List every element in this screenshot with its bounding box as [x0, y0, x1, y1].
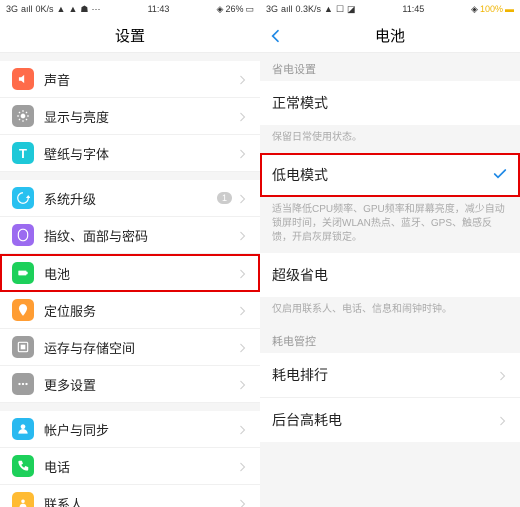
- title-bar: 设置: [0, 18, 260, 53]
- row-label: 定位服务: [44, 301, 236, 320]
- chevron-right-icon: [496, 369, 508, 381]
- battery-screen: 3G aıll 0.3K/s ▲ ☐ ◪ 11:45 ◈ 100% ▬ 电池 省…: [260, 0, 520, 507]
- mode-low-label: 低电模式: [272, 165, 492, 185]
- display-icon: [12, 105, 34, 127]
- gap: ⋯: [91, 4, 100, 15]
- settings-row-display[interactable]: 显示与亮度: [0, 98, 260, 135]
- chevron-right-icon: [236, 497, 248, 507]
- net-speed: 0.3K/s: [296, 4, 322, 14]
- row-label: 联系人: [44, 494, 236, 507]
- power-ranking[interactable]: 耗电排行: [260, 353, 520, 398]
- battery-list[interactable]: 省电设置 正常模式 保留日常使用状态。 低电模式 适当降低CPU频率、GPU频率…: [260, 53, 520, 507]
- location-icon: [12, 299, 34, 321]
- mode-super[interactable]: 超级省电: [260, 253, 520, 297]
- update-icon: [12, 187, 34, 209]
- battery-icon: [12, 262, 34, 284]
- battery-pct: 100%: [480, 4, 503, 14]
- settings-row-storage[interactable]: 运存与存储空间: [0, 329, 260, 366]
- back-button[interactable]: [268, 28, 284, 49]
- status-bar: 3G aıll 0.3K/s ▲ ☐ ◪ 11:45 ◈ 100% ▬: [260, 0, 520, 18]
- storage-icon: [12, 336, 34, 358]
- clock: 11:43: [148, 4, 170, 14]
- wifi-icon: ◈: [217, 4, 224, 15]
- chevron-right-icon: [236, 460, 248, 472]
- desc-normal: 保留日常使用状态。: [260, 125, 520, 153]
- chevron-right-icon: [236, 378, 248, 390]
- T-icon: T: [12, 142, 34, 164]
- desc-super: 仅启用联系人、电话、信息和闹钟时钟。: [260, 297, 520, 325]
- row-label: 显示与亮度: [44, 107, 236, 126]
- phone-icon: [12, 455, 34, 477]
- power-ranking-label: 耗电排行: [272, 365, 496, 385]
- settings-row-phone[interactable]: 电话: [0, 448, 260, 485]
- mode-low-power[interactable]: 低电模式: [260, 153, 520, 197]
- desc-low: 适当降低CPU频率、GPU频率和屏幕亮度，减少自动锁屏时间，关闭WLAN热点、蓝…: [260, 197, 520, 253]
- dnd-icon: ☗: [80, 4, 88, 15]
- more-icon: [12, 373, 34, 395]
- row-label: 电话: [44, 457, 236, 476]
- dnd-icon: ◪: [347, 4, 356, 15]
- net-speed: 0K/s: [36, 4, 54, 14]
- section-consumption: 耗电管控: [260, 325, 520, 353]
- clock: 11:45: [402, 4, 424, 14]
- network-type: 3G: [6, 4, 18, 14]
- row-label: 壁纸与字体: [44, 144, 236, 163]
- chevron-right-icon: [496, 414, 508, 426]
- settings-row-update[interactable]: 系统升级1: [0, 180, 260, 217]
- settings-row-account[interactable]: 帐户与同步: [0, 411, 260, 448]
- page-title: 电池: [375, 25, 405, 46]
- battery-pct: 26%: [225, 4, 243, 14]
- settings-row-sound[interactable]: 声音: [0, 61, 260, 98]
- row-label: 电池: [44, 264, 236, 283]
- settings-row-contact[interactable]: 联系人: [0, 485, 260, 507]
- background-power[interactable]: 后台高耗电: [260, 398, 520, 442]
- settings-row-location[interactable]: 定位服务: [0, 292, 260, 329]
- sound-icon: [12, 68, 34, 90]
- row-label: 指纹、面部与密码: [44, 226, 236, 245]
- row-label: 帐户与同步: [44, 420, 236, 439]
- account-icon: [12, 418, 34, 440]
- settings-row-more[interactable]: 更多设置: [0, 366, 260, 403]
- contact-icon: [12, 492, 34, 507]
- row-label: 运存与存储空间: [44, 338, 236, 357]
- signal-icon: aıll: [281, 4, 293, 14]
- sim-icon: ▲: [68, 4, 77, 14]
- chevron-right-icon: [236, 73, 248, 85]
- mode-normal[interactable]: 正常模式: [260, 81, 520, 125]
- chevron-right-icon: [236, 341, 248, 353]
- chevron-right-icon: [236, 192, 248, 204]
- background-power-label: 后台高耗电: [272, 410, 496, 430]
- battery-icon: ▭: [245, 4, 254, 15]
- signal-icon: aıll: [21, 4, 33, 14]
- chevron-right-icon: [236, 423, 248, 435]
- chevron-right-icon: [236, 147, 248, 159]
- wifi-icon: ◈: [471, 4, 478, 15]
- row-label: 系统升级: [44, 189, 217, 208]
- section-power-saving: 省电设置: [260, 53, 520, 81]
- chevron-right-icon: [236, 110, 248, 122]
- settings-row-T[interactable]: T 壁纸与字体: [0, 135, 260, 172]
- check-icon: [492, 166, 508, 185]
- row-label: 更多设置: [44, 375, 236, 394]
- chevron-right-icon: [236, 267, 248, 279]
- network-type: 3G: [266, 4, 278, 14]
- settings-row-finger[interactable]: 指纹、面部与密码: [0, 217, 260, 254]
- sim-icon: ☐: [336, 4, 344, 15]
- chevron-right-icon: [236, 304, 248, 316]
- settings-screen: 3G aıll 0K/s ▲ ▲ ☗ ⋯ 11:43 ◈ 26% ▭ 设置 声音…: [0, 0, 260, 507]
- badge: 1: [217, 192, 232, 204]
- alarm-icon: ▲: [324, 4, 333, 14]
- alarm-icon: ▲: [57, 4, 66, 14]
- settings-list[interactable]: 声音显示与亮度 T 壁纸与字体 系统升级1 指纹、面部与密码电池定位服务运存与存储空间…: [0, 53, 260, 507]
- title-bar: 电池: [260, 18, 520, 53]
- mode-normal-label: 正常模式: [272, 93, 508, 113]
- row-label: 声音: [44, 70, 236, 89]
- status-bar: 3G aıll 0K/s ▲ ▲ ☗ ⋯ 11:43 ◈ 26% ▭: [0, 0, 260, 18]
- finger-icon: [12, 224, 34, 246]
- battery-icon: ▬: [505, 4, 514, 14]
- mode-super-label: 超级省电: [272, 265, 508, 285]
- chevron-right-icon: [236, 229, 248, 241]
- page-title: 设置: [115, 25, 145, 46]
- settings-row-battery[interactable]: 电池: [0, 254, 260, 292]
